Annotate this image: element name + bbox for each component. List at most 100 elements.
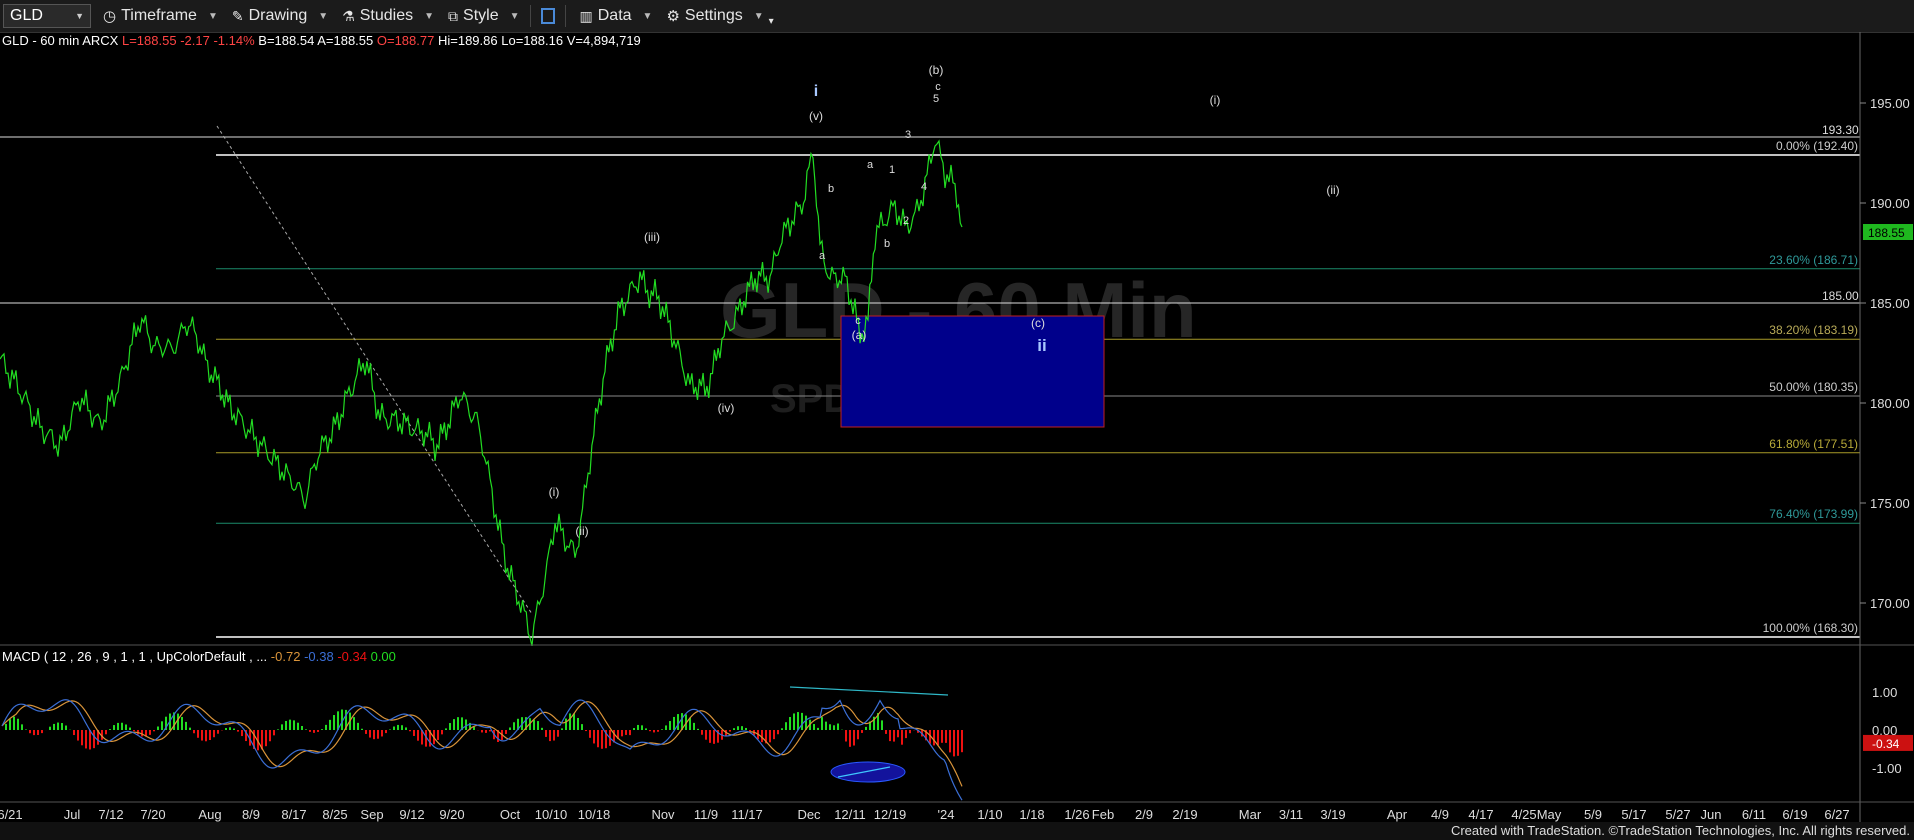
- fib-label: 61.80% (177.51): [1769, 437, 1858, 451]
- quote-open: O=188.77: [376, 33, 435, 48]
- price-tick-label: 180.00: [1870, 396, 1910, 411]
- quote-low: Lo=188.16: [501, 33, 564, 48]
- time-tick-label: 11/17: [731, 807, 763, 822]
- time-tick-label: 5/17: [1621, 807, 1646, 822]
- wave-label: 4: [921, 181, 927, 193]
- time-tick-label: 3/19: [1320, 807, 1345, 822]
- quote-volume: V=4,894,719: [566, 33, 641, 48]
- time-tick-label: 4/17: [1468, 807, 1493, 822]
- data-menu[interactable]: ▥ Data ▼: [580, 7, 653, 25]
- time-tick-label: Feb: [1092, 807, 1114, 822]
- divergence-line: [789, 686, 949, 696]
- drawing-menu[interactable]: ✎ Drawing ▼: [232, 7, 328, 25]
- time-tick-label: 4/25: [1511, 807, 1536, 822]
- quote-bid: B=188.54: [258, 33, 315, 48]
- wave-label: a: [867, 159, 874, 171]
- level-tag: 185.00: [1822, 289, 1859, 303]
- chart-toolbar: GLD ▼ ◷ Timeframe ▼ ✎ Drawing ▼ ⚗ Studie…: [0, 0, 1914, 33]
- macd-value-label: -0.34: [1872, 737, 1900, 751]
- settings-menu[interactable]: ⚙ Settings ▼ ▾: [666, 6, 773, 27]
- wave-label: (ii): [1326, 183, 1339, 197]
- time-tick-label: 3/11: [1279, 807, 1303, 822]
- gear-icon: ⚙: [666, 8, 680, 25]
- time-tick-label: Jul: [64, 807, 81, 822]
- macd-line: [1, 699, 963, 801]
- drawing-label: Drawing: [248, 7, 308, 24]
- price-tick-label: 170.00: [1870, 596, 1910, 611]
- time-tick-label: Dec: [797, 807, 821, 822]
- layout-icon: [540, 8, 555, 24]
- time-tick-label: 5/9: [1584, 807, 1602, 822]
- macd-tick-label: 1.00: [1872, 685, 1897, 700]
- time-tick-label: 8/9: [242, 807, 260, 822]
- time-tick-label: 8/17: [281, 807, 306, 822]
- fib-label: 100.00% (168.30): [1763, 621, 1858, 635]
- time-tick-label: 9/20: [439, 807, 464, 822]
- studies-menu[interactable]: ⚗ Studies ▼: [342, 7, 434, 25]
- time-tick-label: Jun: [1701, 807, 1722, 822]
- chart-area[interactable]: GLD - 60 Min SPDR 0.00% (192.40) 23.60% (…: [0, 32, 1914, 822]
- time-tick-label: 7/12: [98, 807, 123, 822]
- fib-label: 23.60% (186.71): [1769, 253, 1858, 267]
- time-tick-label: May: [1537, 807, 1562, 822]
- wave-label: 1: [889, 164, 895, 176]
- wave-label: (b): [929, 63, 944, 77]
- price-axis[interactable]: 195.00 190.00 185.00 180.00 175.00 170.00 193.…: [1822, 96, 1913, 611]
- timeframe-menu[interactable]: ◷ Timeframe ▼: [103, 7, 218, 25]
- quote-last: L=188.55: [121, 33, 177, 48]
- fib-anchor-line: [216, 125, 533, 615]
- layout-button[interactable]: [540, 8, 555, 24]
- fib-label: 38.20% (183.19): [1769, 323, 1858, 337]
- wave-label: b: [884, 238, 890, 250]
- wave-label: c: [855, 315, 861, 327]
- chevron-down-icon: ▼: [207, 10, 218, 22]
- quote-change-pct: -1.14%: [213, 33, 255, 48]
- footer: Created with TradeStation. ©TradeStation…: [0, 822, 1914, 840]
- time-tick-label: 5/27: [1665, 807, 1690, 822]
- symbol-input[interactable]: GLD ▼: [3, 4, 91, 28]
- fib-label: 50.00% (180.35): [1769, 380, 1858, 394]
- time-tick-label: 6/21: [0, 807, 23, 822]
- wave-label: i: [814, 83, 818, 100]
- wave-label: (iv): [718, 401, 735, 415]
- macd-legend: MACD ( 12 , 26 , 9 , 1 , 1 , UpColorDefa…: [2, 649, 396, 664]
- macd-label: MACD ( 12 , 26 , 9 , 1 , 1 , UpColorDefa…: [2, 649, 268, 664]
- flask-icon: ⚗: [342, 7, 355, 24]
- chevron-down-icon: ▼: [753, 10, 764, 22]
- time-tick-label: 7/20: [140, 807, 165, 822]
- chevron-down-icon[interactable]: ▼: [75, 11, 84, 21]
- divergence-ellipse: [830, 761, 906, 783]
- time-tick-label: 1/26: [1064, 807, 1089, 822]
- time-tick-label: 2/9: [1135, 807, 1153, 822]
- last-price-label: 188.55: [1868, 226, 1905, 240]
- time-axis[interactable]: 6/21 Jul 7/12 7/20 Aug 8/9 8/17 8/25 Sep 9/12 9/20…: [0, 807, 1850, 822]
- chevron-down-icon: ▼: [424, 10, 435, 22]
- wave-label: (iii): [644, 230, 660, 244]
- time-tick-label: 12/11: [834, 807, 866, 822]
- settings-label: Settings: [684, 7, 743, 24]
- wave-label: (c): [1031, 316, 1045, 330]
- wave-label: 2: [903, 215, 909, 227]
- wave-label: (a): [852, 328, 867, 342]
- wave-label: 5: [933, 93, 939, 105]
- price-tick-label: 175.00: [1870, 496, 1910, 511]
- style-menu[interactable]: ⧉ Style ▼: [448, 7, 519, 25]
- price-tick-label: 185.00: [1870, 296, 1910, 311]
- chevron-down-icon: ▼: [642, 10, 653, 22]
- price-tick-label: 195.00: [1870, 96, 1910, 111]
- pencil-icon: ✎: [231, 7, 244, 24]
- fib-label: 76.40% (173.99): [1769, 507, 1858, 521]
- style-label: Style: [463, 7, 499, 24]
- time-tick-label: 8/25: [322, 807, 347, 822]
- price-chart[interactable]: GLD - 60 Min SPDR 0.00% (192.40)23.60% (…: [0, 32, 1914, 822]
- footer-copyright: Created with TradeStation. ©TradeStation…: [1450, 823, 1910, 838]
- clock-icon: ◷: [103, 8, 117, 25]
- wave-label: b: [828, 183, 834, 195]
- wave-label: (v): [809, 109, 823, 123]
- time-tick-label: 10/18: [578, 807, 611, 822]
- timeframe-label: Timeframe: [121, 7, 197, 24]
- price-tick-label: 190.00: [1870, 196, 1910, 211]
- symbol-value: GLD: [10, 7, 43, 24]
- time-tick-label: 11/9: [694, 807, 718, 822]
- bar-chart-icon: ▥: [579, 7, 593, 24]
